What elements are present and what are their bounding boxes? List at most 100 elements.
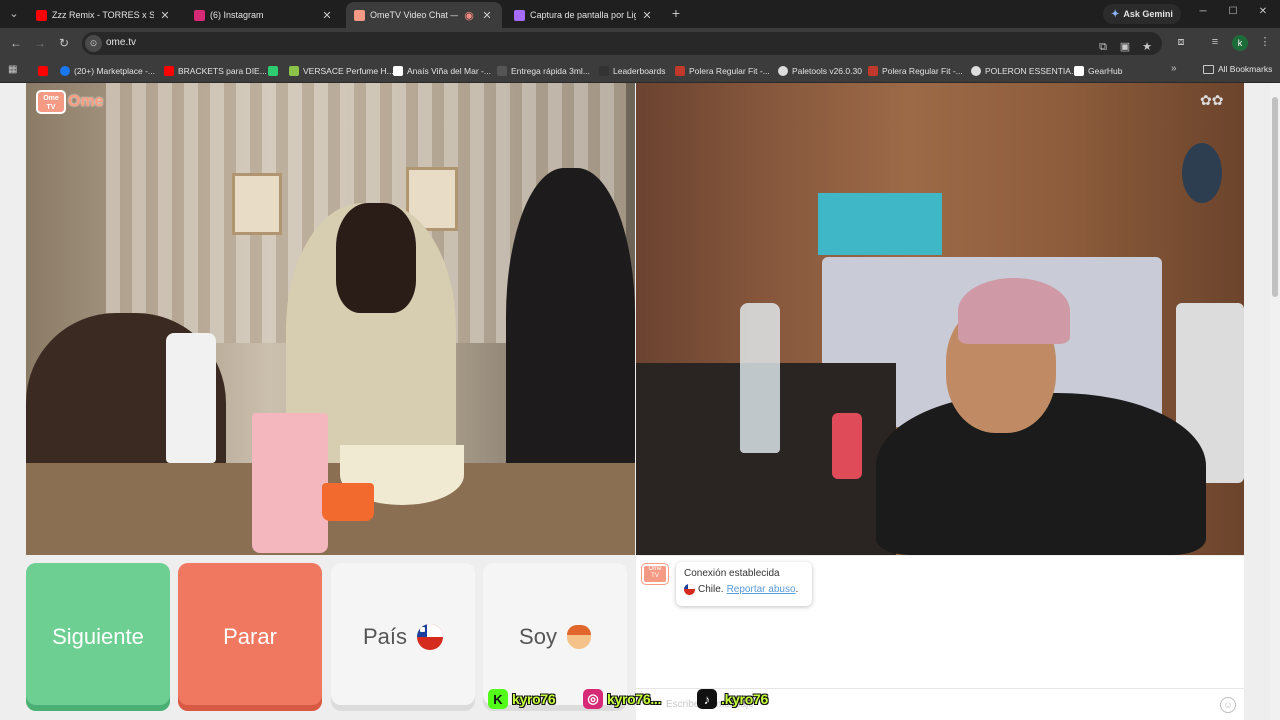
forward-icon[interactable]: → bbox=[32, 35, 48, 51]
close-window-icon[interactable]: ✕ bbox=[1256, 6, 1270, 17]
water-bottle bbox=[740, 303, 780, 453]
decoration-icon: ✿✿ bbox=[1200, 92, 1224, 108]
kick-handle: K kyro76 bbox=[488, 688, 556, 710]
close-tab-icon[interactable]: ✕ bbox=[480, 9, 494, 22]
person-cap bbox=[958, 278, 1070, 344]
ask-gemini-label: Ask Gemini bbox=[1123, 9, 1173, 19]
lightshot-icon bbox=[514, 9, 525, 21]
country-button[interactable]: País bbox=[331, 563, 475, 711]
scroll-thumb[interactable] bbox=[1272, 97, 1278, 297]
bookmark-label: GearHub bbox=[1088, 66, 1123, 76]
reload-icon[interactable]: ↻ bbox=[56, 35, 72, 51]
tab-strip: ⌄ Zzz Remix - TORRES x Slayter ✕ (6) Ins… bbox=[0, 0, 1280, 28]
ometv-avatar-icon: Ome TV bbox=[642, 564, 668, 584]
bookmark-marketplace[interactable]: (20+) Marketplace -... bbox=[60, 64, 155, 78]
bookmark-favicon bbox=[971, 66, 981, 76]
apps-grid-icon[interactable]: ▦ bbox=[8, 64, 17, 75]
bookmark-leaderboards[interactable]: Leaderboards bbox=[599, 64, 665, 78]
bookmark-paletools[interactable]: Paletools v26.0.30 bbox=[778, 64, 862, 78]
ometv-logo-text: Ome bbox=[68, 93, 104, 110]
bookmark-green[interactable] bbox=[268, 64, 282, 78]
bookmark-youtube[interactable] bbox=[38, 64, 52, 78]
ometv-logo[interactable]: Ome TV Ome bbox=[36, 90, 104, 114]
boy-face-icon bbox=[566, 625, 591, 649]
bookmark-star-icon[interactable]: ★ bbox=[1140, 40, 1154, 54]
bookmark-label: Polera Regular Fit -... bbox=[882, 66, 963, 76]
system-message: Conexión establecida Chile. Reportar abu… bbox=[676, 562, 812, 606]
gemini-icon: ✦ bbox=[1111, 8, 1120, 20]
ometv-icon bbox=[354, 9, 365, 21]
bookmark-gearhub[interactable]: GearHub bbox=[1074, 64, 1123, 78]
all-bookmarks[interactable]: All Bookmarks bbox=[1203, 64, 1272, 74]
country-line: Chile. Reportar abuso . bbox=[684, 584, 804, 595]
translate-icon[interactable]: ⧉ bbox=[1096, 40, 1110, 54]
bookmark-favicon bbox=[1074, 66, 1084, 76]
chile-flag-icon bbox=[417, 624, 444, 650]
emoji-icon[interactable]: ☺ bbox=[1220, 697, 1236, 713]
report-abuse-link[interactable]: Reportar abuso bbox=[727, 584, 796, 595]
stop-button[interactable]: Parar bbox=[178, 563, 322, 711]
kick-handle-text: kyro76 bbox=[512, 691, 556, 707]
ometv-tv-icon: Ome TV bbox=[36, 90, 66, 114]
close-tab-icon[interactable]: ✕ bbox=[158, 9, 172, 22]
media-icon[interactable]: ≡ bbox=[1208, 35, 1222, 49]
country-button-label: País bbox=[362, 624, 408, 649]
address-bar[interactable]: ⊙ ome.tv ⧉ ▣ ★ bbox=[82, 32, 1162, 55]
glue-bottle bbox=[166, 333, 216, 463]
bookmark-label: Entrega rápida 3ml... bbox=[511, 66, 590, 76]
bookmark-polera-1[interactable]: Polera Regular Fit -... bbox=[675, 64, 770, 78]
more-bookmarks-icon[interactable]: » bbox=[1171, 63, 1177, 74]
wall-frame bbox=[232, 173, 282, 235]
maximize-icon[interactable]: ☐ bbox=[1226, 6, 1240, 17]
menu-icon[interactable]: ⋮ bbox=[1258, 35, 1272, 49]
extensions-icon[interactable]: ⧈ bbox=[1174, 35, 1188, 49]
report-suffix: . bbox=[795, 584, 799, 595]
site-info-icon[interactable]: ⊙ bbox=[85, 35, 102, 52]
person-hair bbox=[336, 203, 416, 313]
orange-cup bbox=[322, 483, 374, 521]
bookmark-favicon bbox=[868, 66, 878, 76]
bookmark-anais[interactable]: Anaís Viña del Mar -... bbox=[393, 64, 491, 78]
kick-icon: K bbox=[488, 689, 508, 709]
bookmark-favicon bbox=[497, 66, 507, 76]
youtube-icon bbox=[38, 66, 48, 76]
country-name: Chile. bbox=[698, 584, 724, 595]
bookmark-favicon bbox=[268, 66, 278, 76]
back-icon[interactable]: ← bbox=[8, 35, 24, 51]
bookmark-polera-2[interactable]: Polera Regular Fit -... bbox=[868, 64, 963, 78]
person-shirt bbox=[876, 393, 1206, 555]
tab-label: Captura de pantalla por Lightshot bbox=[530, 10, 636, 20]
page-scrollbar[interactable] bbox=[1270, 83, 1280, 720]
tab-ometv[interactable]: OmeTV Video Chat — Ome ◉ ✕ bbox=[346, 2, 502, 28]
tab-search-icon[interactable]: ⌄ bbox=[4, 4, 24, 24]
tab-lightshot[interactable]: Captura de pantalla por Lightshot ✕ bbox=[506, 2, 662, 28]
bookmark-label: BRACKETS para DIE... bbox=[178, 66, 267, 76]
tab-instagram[interactable]: (6) Instagram ✕ bbox=[186, 2, 342, 28]
bookmark-poleron[interactable]: POLERON ESSENTIA... bbox=[971, 64, 1078, 78]
instagram-icon bbox=[194, 9, 205, 21]
minimize-icon[interactable]: ─ bbox=[1196, 6, 1210, 17]
tab-label: (6) Instagram bbox=[210, 10, 264, 20]
ask-gemini-button[interactable]: ✦ Ask Gemini bbox=[1103, 4, 1181, 24]
connection-status: Conexión establecida bbox=[684, 568, 780, 579]
tiktok-icon: ♪ bbox=[697, 689, 717, 709]
close-tab-icon[interactable]: ✕ bbox=[640, 9, 654, 22]
bookmark-entrega[interactable]: Entrega rápida 3ml... bbox=[497, 64, 590, 78]
next-button[interactable]: Siguiente bbox=[26, 563, 170, 711]
close-tab-icon[interactable]: ✕ bbox=[320, 9, 334, 22]
profile-avatar[interactable]: k bbox=[1232, 35, 1248, 51]
cast-icon[interactable]: ▣ bbox=[1118, 40, 1132, 54]
bookmark-versace[interactable]: VERSACE Perfume H... bbox=[289, 64, 394, 78]
pink-cup bbox=[252, 413, 328, 553]
stop-button-label: Parar bbox=[223, 624, 277, 649]
headboard bbox=[818, 193, 942, 255]
new-tab-button[interactable]: + bbox=[668, 5, 684, 21]
bookmark-brackets[interactable]: BRACKETS para DIE... bbox=[164, 64, 267, 78]
bookmark-favicon bbox=[289, 66, 299, 76]
bookmark-label: VERSACE Perfume H... bbox=[303, 66, 394, 76]
next-button-label: Siguiente bbox=[52, 624, 144, 649]
bookmarks-bar: ▦ (20+) Marketplace -... BRACKETS para D… bbox=[0, 59, 1280, 83]
microphone bbox=[832, 413, 862, 479]
toolbar: ← → ↻ ⊙ ome.tv ⧉ ▣ ★ ⧈ ≡ k ⋮ bbox=[0, 28, 1280, 59]
tab-youtube[interactable]: Zzz Remix - TORRES x Slayter ✕ bbox=[28, 2, 180, 28]
